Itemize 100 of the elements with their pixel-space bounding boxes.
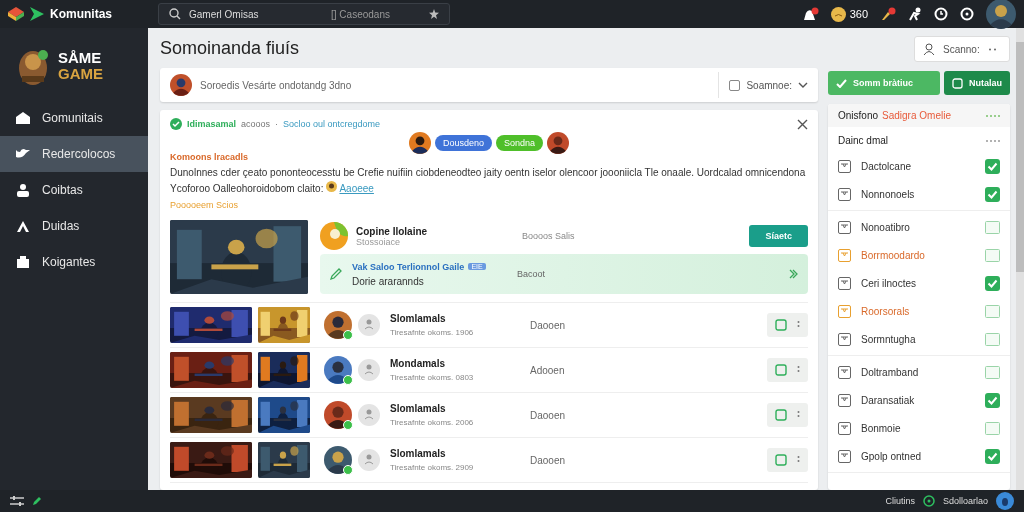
item-subtitle: Tiresafnte okoms. 2909: [390, 463, 475, 472]
sidebar-item[interactable]: Redercolocos: [0, 136, 148, 172]
checkbox[interactable]: [985, 186, 1000, 202]
user-icon[interactable]: [358, 359, 380, 381]
checkbox[interactable]: [985, 392, 1000, 408]
emoji-icon: [326, 181, 338, 192]
avatar[interactable]: [324, 401, 352, 429]
checklist-label: Ceri ilnoctes: [861, 277, 918, 289]
logo-text: SÅME: [58, 50, 103, 66]
item-name[interactable]: Slomlamals: [390, 313, 524, 324]
checkbox[interactable]: [985, 365, 1000, 379]
panel-subtitle: Dainc dmal: [838, 135, 889, 146]
clock-icon[interactable]: [934, 7, 948, 21]
tag-pill[interactable]: Dousdeno: [434, 135, 492, 151]
more-icon: [797, 320, 800, 330]
game-info: Boooos Salis: [522, 231, 576, 241]
brush-icon[interactable]: [880, 7, 896, 21]
coin-icon[interactable]: [830, 6, 846, 22]
online-badge: [343, 330, 353, 340]
chat-icon: [775, 364, 787, 376]
user-icon[interactable]: [358, 449, 380, 471]
sidebar-item[interactable]: Coibtas: [0, 172, 148, 208]
avatar[interactable]: [324, 356, 352, 384]
more-icon: [797, 410, 800, 420]
avatar[interactable]: [324, 446, 352, 474]
checkbox[interactable]: [985, 448, 1000, 464]
list-icon: [838, 332, 851, 346]
list-icon: [838, 449, 851, 463]
checkbox[interactable]: [985, 248, 1000, 262]
chat-button[interactable]: [767, 358, 808, 382]
item-status: Daooen: [530, 454, 567, 466]
search-field[interactable]: Gamerl Omisas [] Caseodans: [158, 3, 450, 25]
figure-icon[interactable]: [908, 7, 922, 21]
sliders-icon[interactable]: [10, 495, 24, 507]
item-subtitle: Tiresafnte okoms. 2006: [390, 418, 475, 427]
sidebar-item[interactable]: Duidas: [0, 208, 148, 244]
post-footnote: Pooooeem Scios: [170, 200, 240, 210]
panel-title-accent: Sadigra Omelie: [882, 110, 951, 121]
square-icon: [952, 77, 963, 89]
item-name[interactable]: Slomlamals: [390, 403, 524, 414]
close-icon[interactable]: [797, 118, 808, 130]
brand-name[interactable]: Komunitas: [50, 7, 112, 21]
arrow-icon: [30, 7, 44, 21]
game-name[interactable]: Copine Ilolaine: [356, 225, 514, 237]
list-icon: [838, 159, 851, 173]
list-icon: [838, 365, 851, 379]
sidebar-item[interactable]: Gomunitais: [0, 100, 148, 136]
item-subtitle: Tiresafnte okoms. 1906: [390, 328, 475, 337]
checklist-label: Gpolp ontned: [861, 450, 923, 462]
post-body: Dunolnnes cder çeato pononteocesstu be Crefie nuifiin ciobdeneodteo jaity oentn iselor olencoor joooniicla Tle onaale. Uordcalad omnicendona Ycoforoo Oalleohoroidobom claito: Aaoeee: [170, 166, 807, 196]
avatar[interactable]: [408, 132, 431, 154]
action-button[interactable]: Nutalau: [944, 71, 1010, 95]
checklist-label: Daransatiak: [861, 394, 916, 406]
coin-count: 360: [849, 8, 868, 20]
composer-text[interactable]: Soroedis Vesárte ondotandg 3dno: [200, 79, 711, 91]
panel-title: Onisfono: [838, 110, 879, 121]
avatar[interactable]: [170, 74, 192, 96]
status-text[interactable]: Cliutins: [885, 496, 915, 506]
checkbox[interactable]: [985, 158, 1000, 174]
post-heading: Komoons lracadls: [170, 152, 250, 162]
chat-button[interactable]: [767, 313, 808, 337]
chat-icon: [775, 454, 787, 466]
logo-text: GAME: [58, 66, 103, 82]
user-icon[interactable]: [358, 314, 380, 336]
avatar[interactable]: [547, 132, 570, 154]
user-icon[interactable]: [358, 404, 380, 426]
online-badge: [343, 420, 353, 430]
checklist-label: Borrmoodardo: [861, 249, 926, 261]
avatar[interactable]: [324, 311, 352, 339]
chat-button[interactable]: [767, 403, 808, 427]
search-hint: [] Caseodans: [331, 8, 391, 20]
sidebar-item[interactable]: Koigantes: [0, 244, 148, 280]
checklist-label: Nonoatibro: [861, 221, 911, 233]
nav-icon: [16, 219, 30, 233]
promo-title: Vak Saloo Terlionnol Gaile: [352, 261, 465, 272]
scrollbar[interactable]: [1016, 28, 1024, 490]
checkbox[interactable]: [985, 421, 1000, 435]
star-icon[interactable]: [429, 9, 439, 19]
checkbox[interactable]: [985, 220, 1000, 234]
avatar[interactable]: [986, 0, 1016, 29]
scope-selector[interactable]: Scanno:: [914, 36, 1010, 62]
chevron-icon: [788, 269, 798, 279]
checklist-label: Doltramband: [861, 366, 920, 378]
more-icon: [987, 47, 998, 51]
item-name[interactable]: Slomlamals: [390, 448, 524, 459]
game-subtitle: Stossoiace: [356, 236, 402, 247]
checklist-label: Dactolcane: [861, 160, 913, 172]
online-badge: [343, 465, 353, 475]
checkbox[interactable]: [985, 332, 1000, 346]
checkbox[interactable]: [985, 304, 1000, 318]
item-subtitle: Tiresafnte okoms. 0803: [390, 373, 475, 382]
chevron-icon: [798, 82, 808, 88]
pencil-icon[interactable]: [32, 496, 42, 506]
item-name[interactable]: Mondamals: [390, 358, 524, 369]
chat-button[interactable]: [767, 448, 808, 472]
checklist-label: Sormntugha: [861, 333, 917, 345]
bell-icon[interactable]: [802, 7, 819, 21]
checkbox[interactable]: [985, 275, 1000, 291]
filter-dropdown[interactable]: Soamnoe:: [718, 72, 808, 98]
status-text[interactable]: Sdolloarlao: [942, 496, 988, 506]
